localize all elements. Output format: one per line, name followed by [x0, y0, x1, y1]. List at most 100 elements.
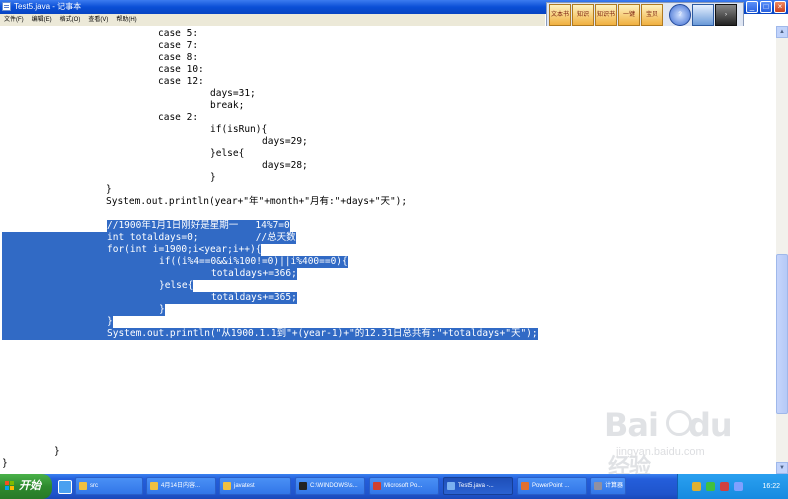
code-line: case 8: — [158, 52, 199, 63]
knowledge-book-icon[interactable]: 知识书 — [595, 4, 617, 26]
start-button[interactable]: 开始 — [0, 474, 52, 499]
security-icon[interactable] — [720, 482, 729, 491]
selected-code-text: } — [159, 304, 165, 315]
taskbar-button[interactable]: javatest — [219, 477, 291, 495]
code-line: case 7: — [158, 40, 199, 51]
code-line: } — [2, 458, 8, 469]
task-label: PowerPoint ... — [532, 483, 570, 489]
taskbar-button[interactable]: PowerPoint ... — [517, 477, 587, 495]
menu-bar: 文件(F) 编辑(E) 格式(O) 查看(V) 帮助(H) — [0, 14, 545, 26]
minimize-button[interactable]: _ — [746, 1, 758, 13]
taskbar-button[interactable]: Microsoft Po... — [369, 477, 439, 495]
selected-code-text: }else{ — [159, 280, 194, 291]
code-line: days=28; — [262, 160, 308, 171]
toolbar-separator — [664, 4, 668, 26]
monitor-icon[interactable] — [692, 4, 714, 26]
watermark-url: jingyan.baidu.com — [616, 446, 705, 458]
taskbar-button[interactable]: C:\WINDOWS\s... — [295, 477, 365, 495]
selected-code-line: for(int i=1900;i<year;i++){ — [2, 244, 262, 256]
help-globe-icon[interactable]: ? — [669, 4, 691, 26]
selected-code-line: int totaldays=0; //总天数 — [2, 232, 296, 244]
selected-code-line: } — [2, 316, 113, 328]
selected-code-text: //1900年1月1日刚好是星期一 14%7=0 — [107, 220, 290, 231]
notepad-icon[interactable] — [2, 2, 11, 11]
task-app-icon — [521, 482, 529, 490]
code-line: case 10: — [158, 64, 204, 75]
terminal-icon[interactable]: › — [715, 4, 737, 26]
selected-code-text: System.out.println("从1900.1.1到"+(year-1)… — [107, 328, 538, 339]
close-button[interactable]: × — [774, 1, 786, 13]
task-app-icon — [79, 482, 87, 490]
selected-code-text: if((i%4==0&&i%100!=0)||i%400==0){ — [159, 256, 348, 267]
selected-code-line: totaldays+=365; — [2, 292, 297, 304]
windows-logo-icon — [5, 481, 15, 491]
menu-help[interactable]: 帮助(H) — [112, 14, 140, 26]
vertical-scrollbar[interactable]: ▲ ▼ — [776, 26, 788, 474]
taskbar-button[interactable]: src — [75, 477, 143, 495]
task-app-icon — [594, 482, 602, 490]
task-label: javatest — [234, 483, 255, 489]
code-line: System.out.println(year+"年"+month+"月有:"+… — [106, 196, 408, 207]
scroll-up-button[interactable]: ▲ — [776, 26, 788, 38]
task-app-icon — [150, 482, 158, 490]
code-line: days=29; — [262, 136, 308, 147]
maximize-button[interactable]: □ — [760, 1, 772, 13]
menu-format[interactable]: 格式(O) — [56, 14, 85, 26]
selected-code-line: } — [2, 304, 165, 316]
code-line: } — [106, 184, 112, 195]
task-app-icon — [299, 482, 307, 490]
selected-code-line: totaldays+=366; — [2, 268, 297, 280]
selected-code-line: System.out.println("从1900.1.1到"+(year-1)… — [2, 328, 538, 340]
clock: 16:22 — [762, 483, 780, 490]
scroll-thumb[interactable] — [776, 254, 788, 414]
code-line: break; — [210, 100, 245, 111]
code-line: if(isRun){ — [210, 124, 268, 135]
selected-code-line: //1900年1月1日刚好是星期一 14%7=0 — [107, 220, 290, 232]
ime-icon[interactable] — [734, 482, 743, 491]
taskbar-button[interactable]: Test5.java -... — [443, 477, 513, 495]
baidu-watermark: Bai du经验 jingyan.baidu.com — [596, 404, 746, 480]
selected-code-text: totaldays+=365; — [211, 292, 297, 303]
paw-icon — [666, 410, 692, 436]
system-tray: 16:22 — [677, 474, 788, 499]
taskbar: 开始 src 4月14日内容... javatest C:\WINDOWS\s... M… — [0, 474, 788, 499]
book-icon[interactable]: 文本书 — [549, 4, 571, 26]
selected-code-text: } — [107, 316, 113, 327]
menu-file[interactable]: 文件(F) — [0, 14, 28, 26]
treasure-icon[interactable]: 宝贝 — [641, 4, 663, 26]
selected-code-text: totaldays+=366; — [211, 268, 297, 279]
window-controls: _ □ × — [746, 1, 786, 13]
network-icon[interactable] — [692, 482, 701, 491]
code-line: } — [54, 446, 60, 457]
task-label: Test5.java -... — [458, 483, 494, 489]
task-label: Microsoft Po... — [384, 483, 423, 489]
menu-edit[interactable]: 编辑(E) — [28, 14, 56, 26]
floating-toolbar: 文本书 知识 知识书 一键 宝贝 ? › — [546, 2, 744, 28]
code-line: }else{ — [210, 148, 245, 159]
ie-icon[interactable] — [58, 480, 72, 494]
selected-code-line: }else{ — [2, 280, 194, 292]
selected-code-line: if((i%4==0&&i%100!=0)||i%400==0){ — [2, 256, 348, 268]
menu-view[interactable]: 查看(V) — [84, 14, 112, 26]
scroll-down-button[interactable]: ▼ — [776, 462, 788, 474]
code-line: } — [210, 172, 216, 183]
task-label: 4月14日内容... — [161, 483, 201, 489]
task-app-icon — [223, 482, 231, 490]
code-line: case 2: — [158, 112, 199, 123]
taskbar-button[interactable]: 计算器 — [590, 477, 626, 495]
code-line: days=31; — [210, 88, 256, 99]
code-line: case 5: — [158, 28, 199, 39]
selected-code-text: for(int i=1900;i<year;i++){ — [107, 244, 262, 255]
task-app-icon — [447, 482, 455, 490]
task-label: src — [90, 483, 98, 489]
knowledge-icon[interactable]: 知识 — [572, 4, 594, 26]
volume-icon[interactable] — [706, 482, 715, 491]
selected-code-text: int totaldays=0; //总天数 — [107, 232, 296, 243]
task-label: 计算器 — [605, 483, 624, 489]
taskbar-button[interactable]: 4月14日内容... — [146, 477, 216, 495]
code-line: case 12: — [158, 76, 204, 87]
task-label: C:\WINDOWS\s... — [310, 483, 358, 489]
one-key-icon[interactable]: 一键 — [618, 4, 640, 26]
task-app-icon — [373, 482, 381, 490]
window-title: Test5.java - 记事本 — [14, 2, 82, 11]
